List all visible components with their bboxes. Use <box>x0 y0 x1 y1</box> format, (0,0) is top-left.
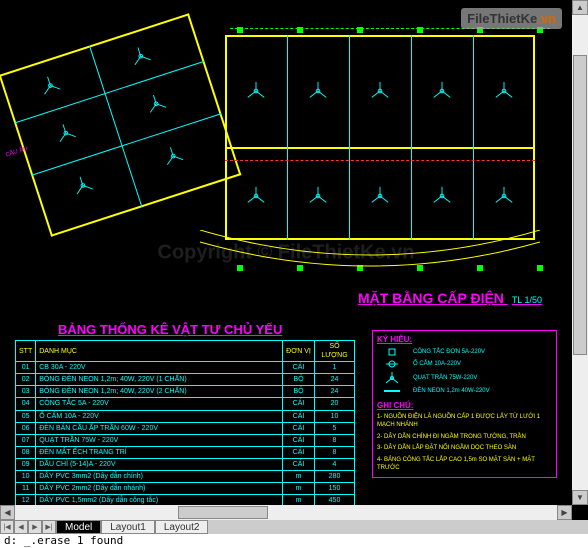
table-row: 08ĐÈN MẮT ẾCH TRANG TRÍCÁI8 <box>16 446 355 458</box>
tab-layout2[interactable]: Layout2 <box>155 520 209 534</box>
plan-title: MẶT BẰNG CẤP ĐIỆN TL 1/50 <box>358 290 542 306</box>
drawing-canvas[interactable]: FileThietKe.vn Copyright © FileThietKe.v… <box>0 0 572 505</box>
table-row: 02BÓNG ĐÈN NEON 1,2m; 40W, 220V (1 CHẤN)… <box>16 374 355 386</box>
building-a: CẦU ÂU <box>0 13 241 236</box>
tab-last-icon[interactable]: ▶| <box>42 520 56 534</box>
plan-title-text: MẶT BẰNG CẤP ĐIỆN <box>358 290 504 306</box>
watermark-tld: .vn <box>537 11 556 26</box>
legend-item: Ổ CẮM 10A-220V <box>377 359 552 369</box>
scroll-down-arrow-icon[interactable]: ▼ <box>572 490 588 505</box>
table-row: 06ĐÈN BÁN CẦU ẤP TRẦN 60W - 220VCÁI5 <box>16 422 355 434</box>
floor-plan[interactable]: CẦU ÂU <box>0 0 572 300</box>
scroll-v-thumb[interactable] <box>573 55 587 355</box>
table-title: BẢNG THỐNG KÊ VẬT TƯ CHỦ YẾU <box>58 322 282 337</box>
table-row: 09DẦU CHÌ (5-14)A - 220VCÁI4 <box>16 458 355 470</box>
legend-item: QUẠT TRẦN 75W-220V <box>377 371 552 385</box>
watermark-brand: FileThietKe <box>467 11 537 26</box>
ghichu-title: GHI CHÚ: <box>377 401 552 410</box>
tab-first-icon[interactable]: |◀ <box>0 520 14 534</box>
legend-note: 1- NGUỒN ĐIỆN LÀ NGUỒN CẤP 1 ĐƯỢC LẤY TỪ… <box>377 414 552 430</box>
scroll-right-arrow-icon[interactable]: ▶ <box>557 505 572 520</box>
table-row: 04CÔNG TẮC 5A - 220VCÁI20 <box>16 398 355 410</box>
table-header: ĐƠN VỊ <box>283 341 315 362</box>
scroll-v-track[interactable] <box>572 15 588 490</box>
table-header: SỐ LƯỢNG <box>315 341 355 362</box>
material-table: STTDANH MỤCĐƠN VỊSỐ LƯỢNG 01CB 30A - 220… <box>15 340 355 505</box>
legend-title: KÝ HIỆU: <box>377 335 552 344</box>
scroll-left-arrow-icon[interactable]: ◀ <box>0 505 15 520</box>
scroll-h-thumb[interactable] <box>178 506 268 519</box>
layout-tabs: |◀ ◀ ▶ ▶| Model Layout1 Layout2 <box>0 520 588 534</box>
vertical-scrollbar[interactable]: ▲ ▼ <box>572 0 588 505</box>
legend-box: KÝ HIỆU: CÔNG TẮC ĐƠN 5A-220V Ổ CẮM 10A-2… <box>372 330 557 478</box>
building-b <box>225 35 535 240</box>
legend-item: ĐÈN NEON 1,2m 40W-220V <box>377 387 552 395</box>
tab-model[interactable]: Model <box>56 520 101 534</box>
tab-layout1[interactable]: Layout1 <box>101 520 155 534</box>
table-row: 03BÓNG ĐÈN NEON 1,2m; 40W, 220V (2 CHẤN)… <box>16 386 355 398</box>
command-line[interactable]: d: _.erase 1 found <box>0 534 588 548</box>
legend-note: 4- BẢNG CÔNG TẮC LẮP CAO 1,5m SO MẶT SÀN… <box>377 457 552 473</box>
table-row: 11DÂY PVC 2mm2 (Dây dẫn nhánh)m150 <box>16 483 355 495</box>
table-row: 01CB 30A - 220VCÁI1 <box>16 362 355 374</box>
plan-scale: TL 1/50 <box>512 295 542 305</box>
scroll-up-arrow-icon[interactable]: ▲ <box>572 0 588 15</box>
watermark-logo: FileThietKe.vn <box>461 8 562 29</box>
scroll-h-track[interactable] <box>15 505 557 520</box>
legend-note: 3- DÂY DẪN LẮP ĐẶT NỐI NGẦM DỌC THEO SÀN <box>377 445 552 453</box>
legend-note: 2- DÂY DẪN CHÍNH ĐI NGẦM TRONG TƯỜNG, TR… <box>377 434 552 442</box>
table-row: 12DÂY PVC 1,5mm2 (Dây dẫn công tắc)m450 <box>16 495 355 505</box>
table-header: STT <box>16 341 36 362</box>
tab-prev-icon[interactable]: ◀ <box>14 520 28 534</box>
table-row: 07QUẠT TRẦN 75W - 220VCÁI8 <box>16 434 355 446</box>
table-header: DANH MỤC <box>36 341 283 362</box>
horizontal-scrollbar[interactable]: ◀ ▶ <box>0 505 572 520</box>
tab-next-icon[interactable]: ▶ <box>28 520 42 534</box>
table-row: 05Ổ CẮM 10A - 220VCÁI10 <box>16 410 355 422</box>
legend-item: CÔNG TẮC ĐƠN 5A-220V <box>377 347 552 357</box>
table-row: 10DÂY PVC 3mm2 (Dây dẫn chính)m280 <box>16 471 355 483</box>
